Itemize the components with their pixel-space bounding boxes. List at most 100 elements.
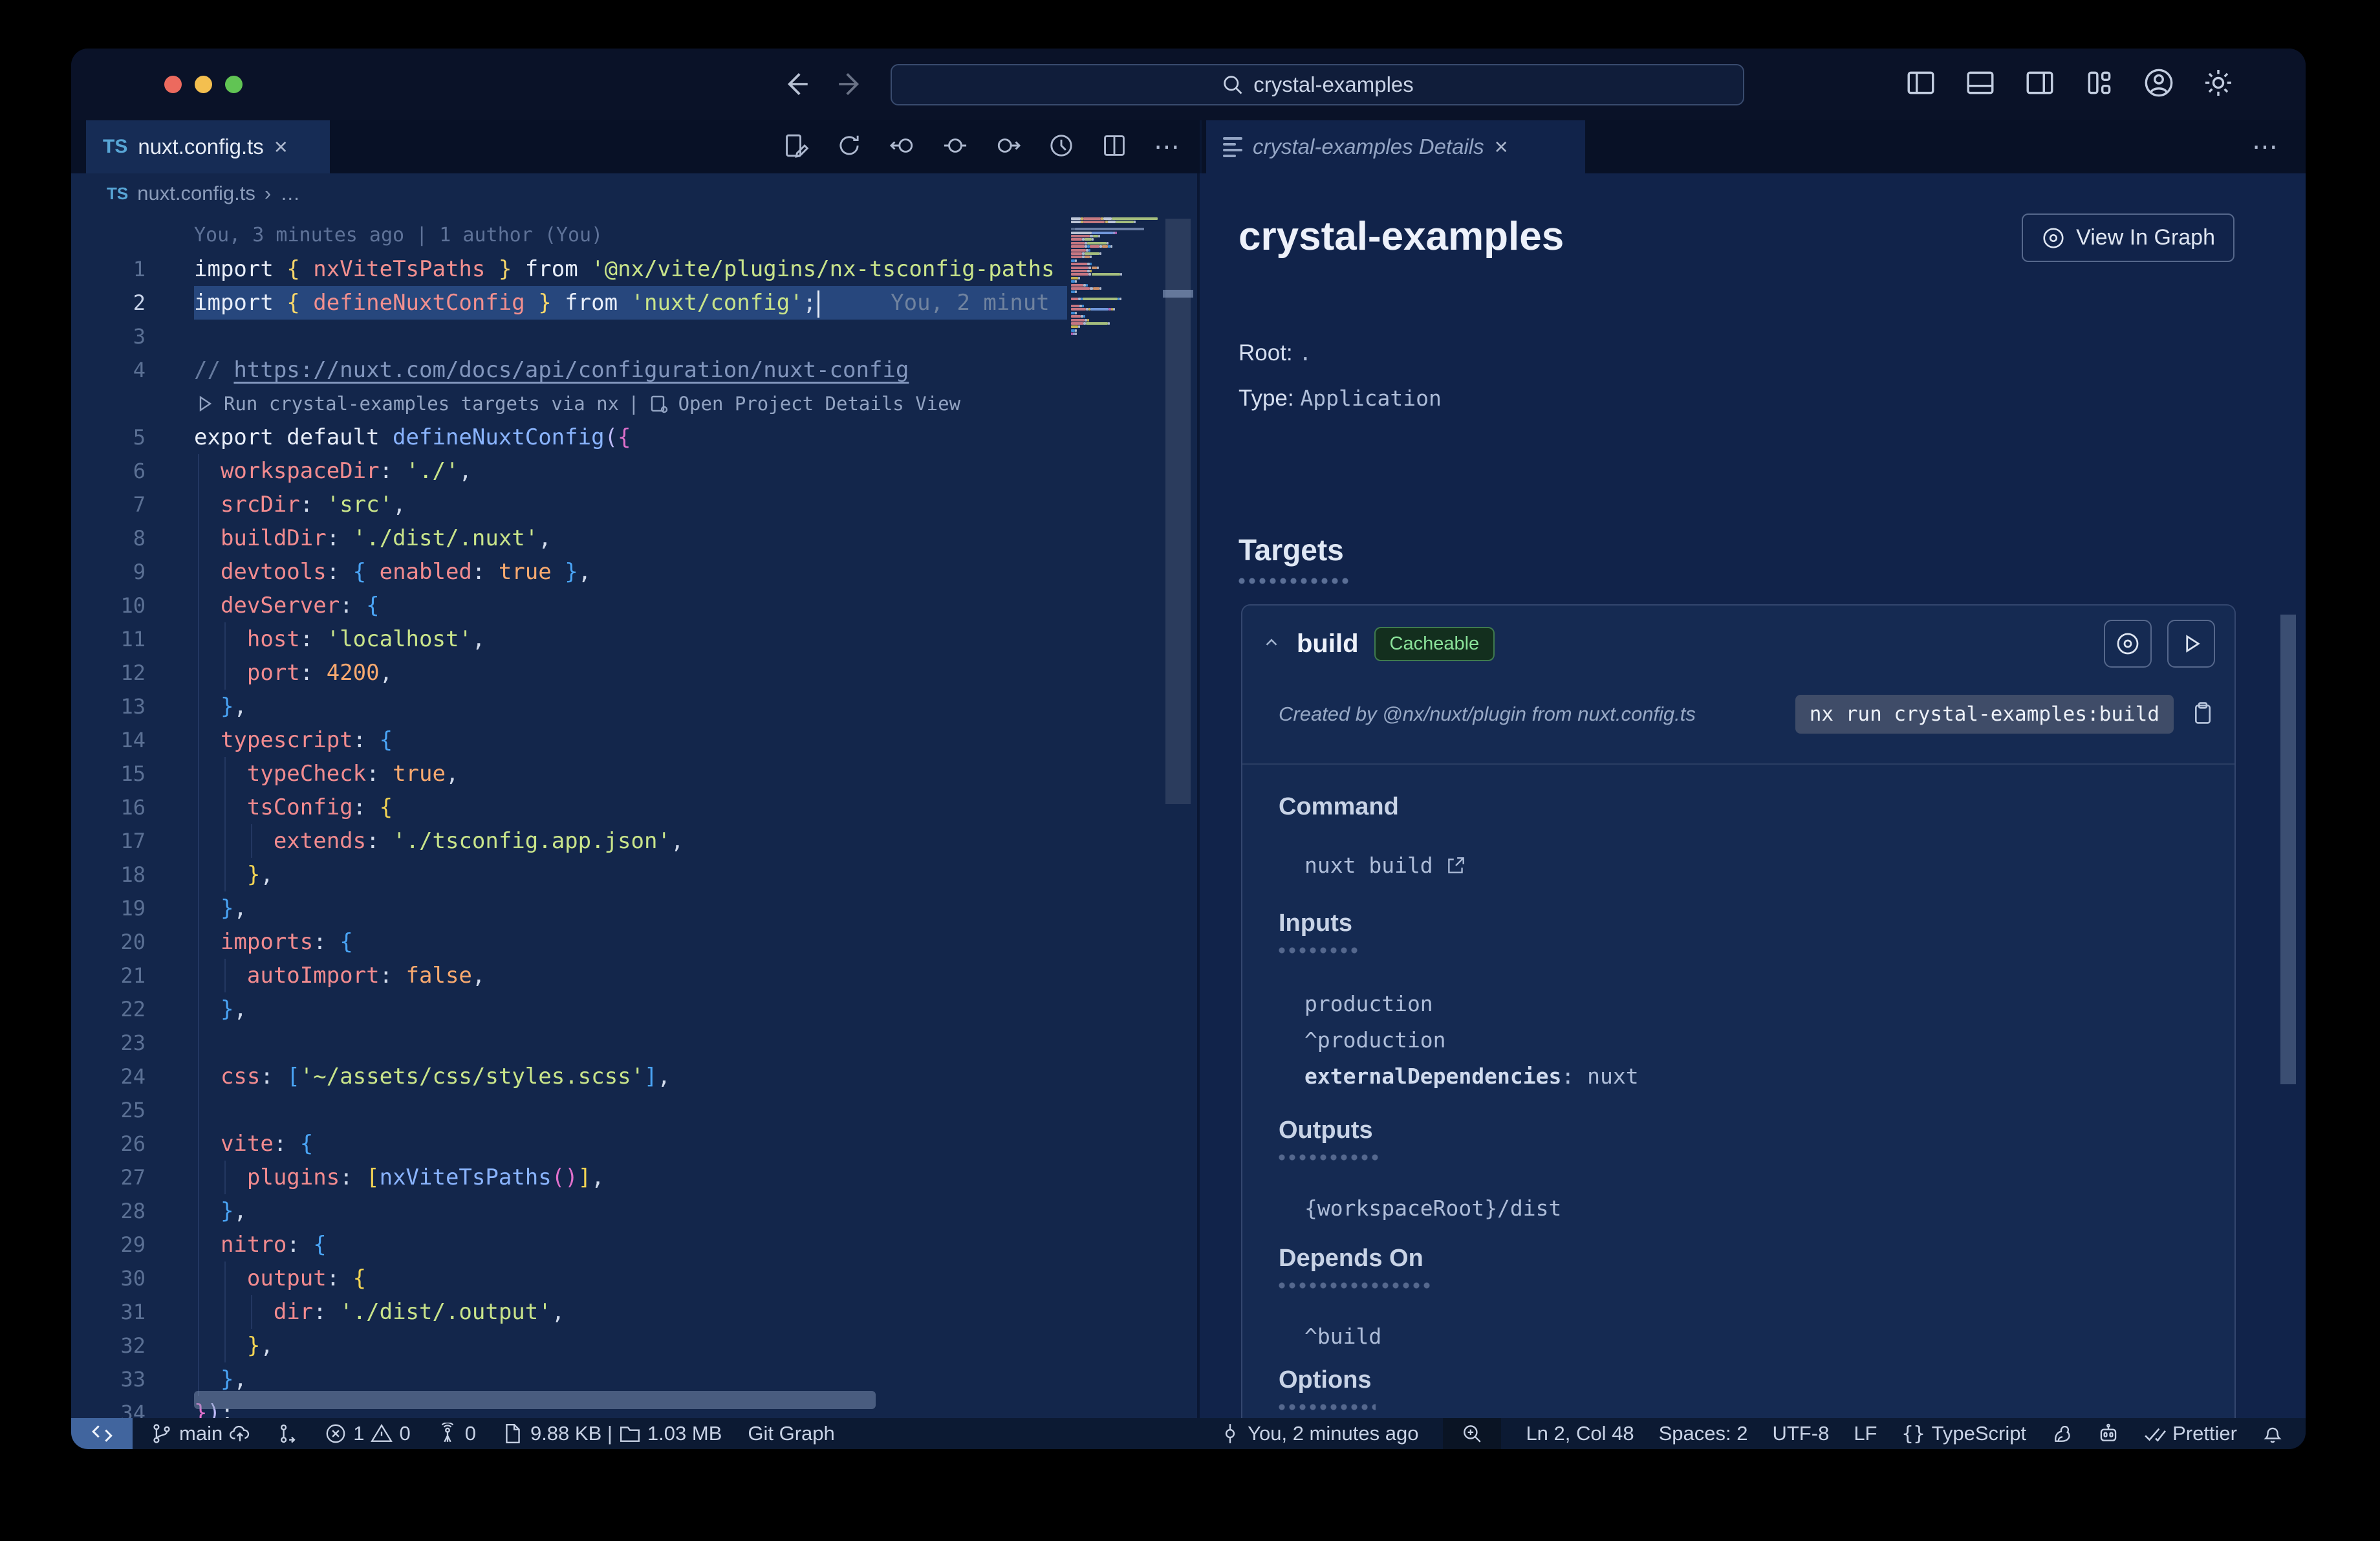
source-control-graph-item[interactable] [277, 1423, 299, 1445]
editor-vertical-scrollbar[interactable] [1163, 213, 1193, 1418]
formatter-item[interactable]: Prettier [2144, 1422, 2237, 1445]
next-change-icon[interactable] [995, 132, 1022, 162]
panel-more-actions-icon[interactable]: ⋯ [2252, 120, 2280, 173]
remote-indicator[interactable] [71, 1418, 133, 1449]
code-line[interactable]: 19 }, [71, 891, 1200, 925]
code-line[interactable]: 15 typeCheck: true, [71, 757, 1200, 791]
code-line[interactable]: 18 }, [71, 858, 1200, 891]
external-link-icon[interactable] [1445, 855, 1467, 877]
ports-item[interactable]: 0 [437, 1422, 476, 1445]
breadcrumb-file[interactable]: nuxt.config.ts [137, 182, 255, 205]
extension-pet-item[interactable] [2051, 1423, 2073, 1445]
command-center-search[interactable]: crystal-examples [891, 64, 1744, 105]
previous-change-icon[interactable] [889, 132, 916, 162]
code-line[interactable]: 5 export default defineNuxtConfig({ [71, 421, 1200, 454]
blame-item[interactable]: You, 2 minutes ago [1219, 1422, 1418, 1445]
tab-project-details[interactable]: crystal-examples Details × [1206, 120, 1585, 173]
code-line[interactable]: 25 [71, 1093, 1200, 1127]
file-size-item[interactable]: 9.88 KB | 1.03 MB [502, 1422, 722, 1445]
encoding-item[interactable]: UTF-8 [1772, 1422, 1829, 1445]
code-line[interactable]: 13 }, [71, 690, 1200, 723]
refresh-icon[interactable] [836, 132, 863, 162]
code-line[interactable]: 21 autoImport: false, [71, 959, 1200, 992]
breadcrumb[interactable]: TS nuxt.config.ts › … [71, 173, 1200, 213]
forward-icon[interactable] [835, 68, 867, 104]
code-line[interactable]: 29 nitro: { [71, 1228, 1200, 1262]
code-line[interactable]: 1 import { nxViteTsPaths } from '@nx/vite… [71, 252, 1200, 286]
code-line[interactable]: 8 buildDir: './dist/.nuxt', [71, 521, 1200, 555]
code-line[interactable]: 20 imports: { [71, 925, 1200, 959]
git-branch-item[interactable]: main [151, 1422, 251, 1445]
code-line[interactable]: 24 css: ['~/assets/css/styles.scss'], [71, 1060, 1200, 1093]
zoom-window-button[interactable] [225, 76, 243, 93]
timeline-icon[interactable] [1048, 132, 1075, 162]
cursor-position-item[interactable]: Ln 2, Col 48 [1526, 1422, 1634, 1445]
code-line[interactable]: 2 import { defineNuxtConfig } from 'nuxt/… [71, 286, 1200, 320]
zoom-item[interactable] [1443, 1418, 1502, 1449]
depends-on-heading[interactable]: Depends On [1279, 1245, 1423, 1273]
account-icon[interactable] [2143, 67, 2175, 102]
code-line[interactable]: 6 workspaceDir: './', [71, 454, 1200, 488]
open-changes-icon[interactable] [783, 132, 810, 162]
view-target-in-graph-button[interactable] [2104, 620, 2152, 668]
toggle-secondary-sidebar-icon[interactable] [2024, 67, 2056, 102]
editor-horizontal-scrollbar[interactable] [194, 1391, 876, 1409]
close-tab-icon[interactable]: × [274, 133, 288, 160]
back-icon[interactable] [779, 68, 812, 104]
target-name[interactable]: build [1297, 629, 1359, 659]
code-line[interactable]: 7 srcDir: 'src', [71, 488, 1200, 521]
tab-nuxt-config[interactable]: TS nuxt.config.ts × [86, 120, 330, 173]
extension-robot-item[interactable] [2097, 1423, 2119, 1445]
toggle-panel-icon[interactable] [1964, 67, 1996, 102]
run-command-chip[interactable]: nx run crystal-examples:build [1795, 695, 2174, 734]
code-line[interactable]: 12 port: 4200, [71, 656, 1200, 690]
code-line[interactable]: 14 typescript: { [71, 723, 1200, 757]
language-item[interactable]: {} TypeScript [1902, 1422, 2027, 1445]
code-line[interactable]: 23 [71, 1026, 1200, 1060]
current-change-icon[interactable] [942, 132, 969, 162]
code-line[interactable]: 10 devServer: { [71, 589, 1200, 622]
code-line[interactable]: 17 extends: './tsconfig.app.json', [71, 824, 1200, 858]
file-icon [506, 1424, 520, 1443]
code-line[interactable]: 4// https://nuxt.com/docs/api/configurat… [71, 353, 1200, 387]
command-value[interactable]: nuxt build [1304, 853, 1467, 878]
run-icon [199, 395, 212, 412]
toggle-primary-sidebar-icon[interactable] [1905, 67, 1937, 102]
notifications-item[interactable] [2262, 1423, 2284, 1445]
minimap[interactable] [1067, 213, 1163, 1418]
customize-layout-icon[interactable] [2083, 67, 2115, 102]
eol-item[interactable]: LF [1854, 1422, 1877, 1445]
breadcrumb-more[interactable]: … [280, 182, 300, 205]
inputs-heading[interactable]: Inputs [1279, 910, 1352, 937]
close-window-button[interactable] [164, 76, 182, 93]
code-line[interactable]: 30 output: { [71, 1262, 1200, 1295]
code-line[interactable]: 27 plugins: [nxViteTsPaths()], [71, 1161, 1200, 1194]
code-line[interactable]: 3 [71, 320, 1200, 353]
code-line[interactable]: 32 }, [71, 1329, 1200, 1362]
code-line[interactable]: 9 devtools: { enabled: true }, [71, 555, 1200, 589]
code-line[interactable]: 22 }, [71, 992, 1200, 1026]
code-line[interactable]: 31 dir: './dist/.output', [71, 1295, 1200, 1329]
git-graph-item[interactable]: Git Graph [748, 1422, 834, 1445]
code-line[interactable]: 11 host: 'localhost', [71, 622, 1200, 656]
settings-gear-icon[interactable] [2202, 67, 2234, 102]
minimize-window-button[interactable] [195, 76, 212, 93]
more-actions-icon[interactable]: ⋯ [1154, 132, 1182, 162]
indentation-item[interactable]: Spaces: 2 [1659, 1422, 1748, 1445]
code-line[interactable]: 16 tsConfig: { [71, 791, 1200, 824]
problems-item[interactable]: 1 0 [325, 1422, 411, 1445]
codelens-row[interactable]: Run crystal-examples targets via nx | Open… [194, 387, 960, 421]
close-tab-icon[interactable]: × [1495, 133, 1508, 160]
split-editor-icon[interactable] [1101, 132, 1128, 162]
view-in-graph-button[interactable]: View In Graph [2022, 213, 2234, 262]
collapse-chevron-icon[interactable] [1262, 633, 1281, 655]
code-line[interactable]: 28 }, [71, 1194, 1200, 1228]
code-editor[interactable]: You, 3 minutes ago | 1 author (You) 1 impo… [71, 213, 1200, 1418]
outputs-heading[interactable]: Outputs [1279, 1117, 1373, 1144]
run-target-button[interactable] [2167, 620, 2215, 668]
cloud-upload-icon[interactable] [229, 1423, 251, 1445]
code-line[interactable]: 26 vite: { [71, 1127, 1200, 1161]
panel-scrollbar[interactable] [2280, 615, 2296, 1084]
options-heading[interactable]: Options [1279, 1366, 1372, 1394]
copy-icon[interactable] [2191, 701, 2215, 728]
